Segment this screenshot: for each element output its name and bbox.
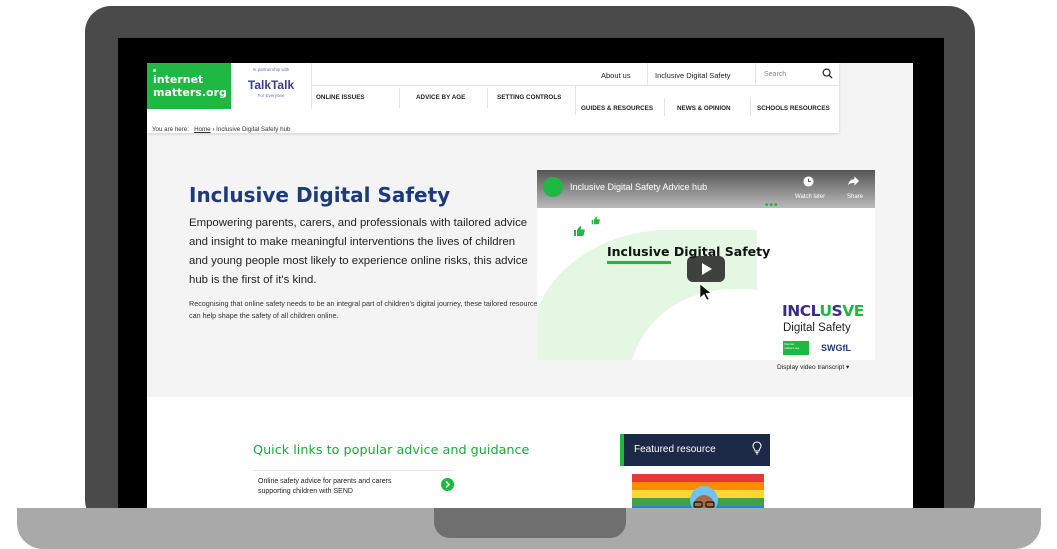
share-label[interactable]: Share: [847, 194, 863, 200]
nav-online-issues[interactable]: ONLINE ISSUES: [316, 94, 365, 101]
video-title[interactable]: Inclusive Digital Safety Advice hub: [570, 182, 707, 192]
list-item[interactable]: Online safety advice for parents and car…: [253, 470, 454, 501]
breadcrumb-home[interactable]: Home: [194, 126, 211, 133]
video-player[interactable]: Inclusive Digital Safety Advice hub Watc…: [537, 170, 875, 360]
underline-decoration: [607, 261, 671, 264]
site-header: internet matters.org In partnership with…: [147, 63, 839, 133]
breadcrumb: You are here: Home › Inclusive Digital S…: [152, 126, 290, 133]
divider: [647, 63, 648, 85]
search-box[interactable]: Search: [755, 63, 840, 85]
laptop-base-notch: [434, 508, 626, 538]
dots-decoration: •••: [765, 200, 779, 211]
partner-name: TalkTalk: [247, 78, 295, 92]
divider: [750, 98, 751, 116]
watch-later-label[interactable]: Watch later: [795, 194, 825, 200]
top-link-inclusive[interactable]: Inclusive Digital Safety: [655, 71, 730, 80]
share-icon[interactable]: [848, 176, 859, 186]
channel-logo[interactable]: [543, 177, 563, 197]
thumbs-up-icon: [574, 226, 585, 236]
breadcrumb-separator: ›: [212, 126, 215, 133]
internet-matters-mini-logo: Internet matters.org: [783, 341, 809, 355]
cursor-icon: [699, 283, 712, 301]
video-transcript-toggle[interactable]: Display video transcript ▾: [777, 363, 849, 371]
browser-viewport: internet matters.org In partnership with…: [147, 63, 913, 510]
search-icon[interactable]: [822, 68, 833, 79]
featured-resource-label: Featured resource: [634, 444, 716, 455]
breadcrumb-prefix: You are here:: [152, 126, 189, 133]
nav-schools-resources[interactable]: SCHOOLS RESOURCES: [757, 105, 830, 112]
swgfl-logo: SWGfL: [821, 343, 851, 353]
featured-resource-image[interactable]: [632, 474, 764, 510]
nav-advice-by-age[interactable]: ADVICE BY AGE: [416, 94, 465, 101]
inclusive-logo: INCLUSVE: [782, 302, 864, 320]
logo-line-2: matters.org: [153, 86, 227, 99]
nav-setting-controls[interactable]: SETTING CONTROLS: [497, 94, 561, 101]
top-link-about[interactable]: About us: [601, 71, 631, 80]
hero-lead: Empowering parents, carers, and professi…: [189, 217, 528, 286]
clock-icon[interactable]: [803, 176, 814, 187]
quick-links-title: Quick links to popular advice and guidan…: [253, 443, 530, 458]
nav-news-opinion[interactable]: NEWS & OPINION: [677, 105, 731, 112]
partner-tagline: For Everyone: [257, 93, 285, 98]
divider: [399, 88, 400, 108]
quick-link-text[interactable]: Online safety advice for parents and car…: [258, 477, 408, 497]
lightbulb-icon: [752, 441, 762, 455]
partner-label: In partnership with: [252, 67, 290, 72]
arrow-right-icon[interactable]: [441, 478, 454, 491]
logo-dot-icon: [153, 69, 156, 72]
site-logo[interactable]: internet matters.org: [147, 63, 231, 109]
featured-resource-header: Featured resource: [620, 434, 770, 466]
play-icon[interactable]: [687, 256, 725, 282]
partner-logo[interactable]: In partnership with TalkTalk For Everyon…: [231, 63, 312, 109]
logo-line-1: internet: [153, 73, 204, 86]
nav-guides-resources[interactable]: GUIDES & RESOURCES: [581, 105, 653, 112]
quick-links-section: Quick links to popular advice and guidan…: [147, 397, 913, 510]
breadcrumb-current: Inclusive Digital Safety hub: [216, 126, 291, 133]
hero-body: Recognising that online safety needs to …: [189, 299, 542, 320]
thumbs-up-icon: [591, 216, 600, 225]
divider: [575, 85, 576, 115]
inclusive-logo-sub: Digital Safety: [783, 322, 851, 334]
search-input[interactable]: Search: [764, 71, 786, 78]
page-title: Inclusive Digital Safety: [189, 183, 451, 207]
divider: [487, 88, 488, 108]
divider: [664, 98, 665, 116]
